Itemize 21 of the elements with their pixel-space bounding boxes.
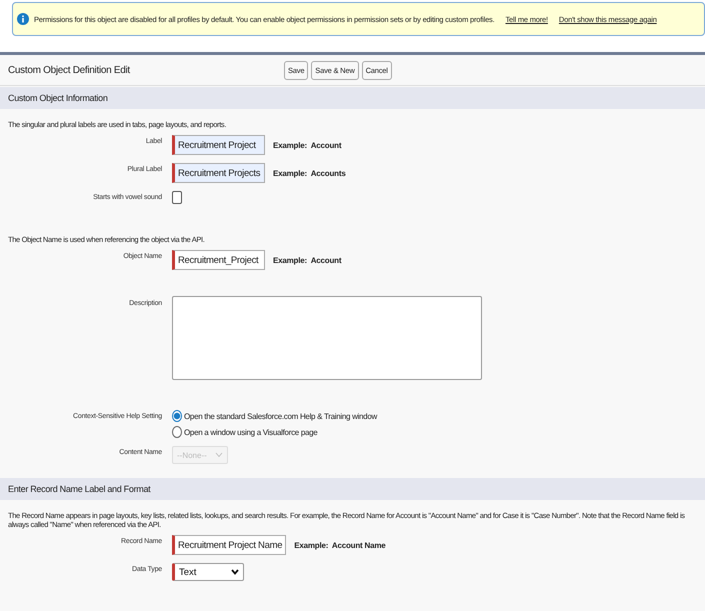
radio-label: Open the standard Salesforce.com Help & Training window (184, 412, 377, 420)
example-text: Example: Accounts (273, 168, 346, 178)
caret-icon (231, 569, 239, 575)
description-textarea[interactable] (172, 296, 482, 380)
section-header: Custom Object Information (0, 87, 705, 109)
example-text: Example: Account (273, 140, 342, 150)
text-field[interactable]: Recruitment Project (172, 135, 265, 155)
example-text: Example: Account (273, 256, 342, 264)
dropdown[interactable]: Text (172, 563, 244, 581)
section-header: Enter Record Name Label and Format (0, 478, 705, 500)
caret-icon (214, 452, 223, 458)
radio-button[interactable] (172, 410, 182, 422)
example-text: Example: Account Name (294, 540, 386, 550)
text-field[interactable]: Recruitment_Project (172, 250, 265, 270)
text-field[interactable]: Recruitment Projects (172, 163, 265, 183)
radio-label: Open a window using a Visualforce page (184, 428, 318, 436)
checkbox[interactable] (172, 191, 182, 204)
info-icon (17, 13, 29, 25)
page-title: Custom Object Definition Edit (8, 64, 132, 76)
radio-button[interactable] (172, 426, 182, 438)
text-field[interactable]: Recruitment Project Name (172, 535, 286, 555)
